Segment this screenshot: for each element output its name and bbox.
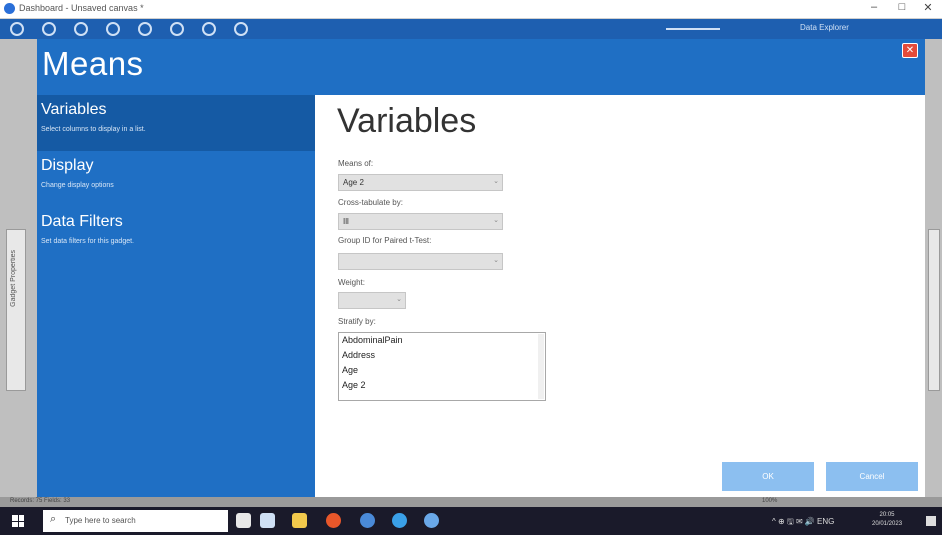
notification-icon[interactable] [926,516,936,526]
status-zoom-text: 100% [762,498,778,504]
clock-time: 20:05 [879,512,895,518]
cross-tabulate-value: Ill [343,217,349,226]
menu-icon[interactable] [10,22,24,36]
toolbar-icon-3[interactable] [106,22,120,36]
cross-tabulate-label: Cross-tabulate by: [338,198,403,207]
nav-item-desc: Select columns to display in a list. [41,126,146,133]
taskbar-clock[interactable]: 20:05 20/01/2023 [872,511,902,529]
means-of-select[interactable]: Age 2 ⌄ [338,174,503,191]
nav-item-desc: Set data filters for this gadget. [41,238,134,245]
chevron-down-icon: ⌄ [493,257,499,264]
clock-date: 20/01/2023 [872,521,903,527]
status-records-text: Records: 75 Fields: 33 [10,498,71,504]
app-icon-6[interactable] [392,513,407,528]
cancel-button[interactable]: Cancel [826,462,918,491]
firefox-icon[interactable] [326,513,341,528]
gadget-properties-tab[interactable]: Gadget Properties [6,229,26,391]
search-icon: ⌕ [50,513,57,525]
window-title: Dashboard - Unsaved canvas * [19,3,144,13]
toolbar-icon-5[interactable] [170,22,184,36]
canvas-right-panel [925,39,942,499]
toolbar-search-text[interactable]: Data Explorer [800,23,849,32]
window-close-button[interactable]: ✕ [918,1,938,14]
nav-item-variables[interactable]: Variables Select columns to display in a… [37,95,315,151]
nav-item-desc: Change display options [41,182,114,189]
penguin-app-icon[interactable] [236,513,251,528]
weight-select[interactable]: ⌄ [338,292,406,309]
gadget-properties-tab-label: Gadget Properties [10,250,17,307]
list-item[interactable]: Age 2 [342,380,366,390]
toolbar-icon-7[interactable] [234,22,248,36]
minimize-button[interactable]: – [864,1,884,13]
chevron-down-icon: ⌄ [493,178,499,185]
status-bar: Records: 75 Fields: 33 100% [0,497,942,507]
listbox-scrollbar[interactable] [538,334,544,399]
content-title: Variables [337,102,477,140]
system-tray[interactable]: ^ ⊕ 🖫 ✉ 🔊 ENG [772,516,834,530]
nav-item-data-filters[interactable]: Data Filters Set data filters for this g… [37,207,315,263]
ok-button[interactable]: OK [722,462,814,491]
dialog-header: Means ✕ [37,39,925,95]
dialog-nav: Variables Select columns to display in a… [37,95,315,497]
list-item[interactable]: AbdominalPain [342,335,403,345]
dialog-title: Means [42,45,144,82]
nav-item-display[interactable]: Display Change display options [37,151,315,207]
windows-start-icon[interactable] [12,515,24,527]
browser-icon[interactable] [360,513,375,528]
file-explorer-icon[interactable] [292,513,307,528]
dialog-content: Variables Means of: Age 2 ⌄ Cross-tabula… [315,95,925,497]
chevron-down-icon: ⌄ [493,217,499,224]
group-id-label: Group ID for Paired t-Test: [338,236,432,245]
nav-item-title: Variables [41,101,107,118]
dialog-close-button[interactable]: ✕ [902,43,918,58]
stratify-listbox[interactable]: AbdominalPain Address Age Age 2 [338,332,546,401]
list-item[interactable]: Address [342,350,375,360]
app-icon [4,3,15,14]
means-of-label: Means of: [338,159,374,168]
right-side-tab[interactable] [928,229,940,391]
group-id-select[interactable]: ⌄ [338,253,503,270]
weight-label: Weight: [338,278,365,287]
maximize-button[interactable]: □ [892,1,912,13]
nav-item-title: Data Filters [41,213,123,230]
toolbar-icon-1[interactable] [42,22,56,36]
toolbar-icon-6[interactable] [202,22,216,36]
app-icon-2[interactable] [260,513,275,528]
chevron-down-icon: ⌄ [396,296,402,303]
taskbar: ⌕ Type here to search ^ ⊕ 🖫 ✉ 🔊 ENG 20:0… [0,507,942,535]
canvas-left-panel: Gadget Properties [0,39,37,499]
toolbar-icon-2[interactable] [74,22,88,36]
epi-info-icon[interactable] [424,513,439,528]
list-item[interactable]: Age [342,365,358,375]
toolbar-divider [666,28,720,30]
toolbar-icon-4[interactable] [138,22,152,36]
means-of-value: Age 2 [343,178,364,187]
window-titlebar: Dashboard - Unsaved canvas * – □ ✕ [0,0,942,19]
nav-item-title: Display [41,157,94,174]
cross-tabulate-select[interactable]: Ill ⌄ [338,213,503,230]
dashboard-toolbar: Data Explorer [0,19,942,39]
stratify-label: Stratify by: [338,317,376,326]
taskbar-search-placeholder: Type here to search [65,516,136,525]
taskbar-search-input[interactable]: ⌕ Type here to search [43,510,228,532]
